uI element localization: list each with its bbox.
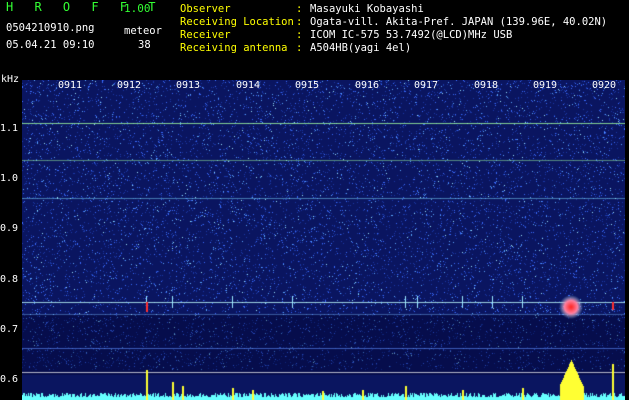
info-row-location: Receiving Location: Ogata-vill. Akita-Pre… [180,16,607,29]
info-row-antenna: Receiving antenna: A504HB(yagi 4el) [180,42,411,55]
freq-tick-label: 0.8 [0,274,19,285]
hroft-spectrogram-window: H R O F F T 1.00 0504210910.png 05.04.21… [0,0,629,400]
meteor-count: 38 [138,39,151,51]
info-value: Masayuki Kobayashi [310,3,424,15]
spectrogram-canvas [22,80,625,400]
time-tick-label: 0912 [117,80,142,91]
time-tick-label: 0919 [533,80,558,91]
time-tick-label: 0917 [414,80,439,91]
app-version: 1.00 [124,2,151,15]
freq-tick-label: 0.9 [0,223,19,234]
info-label: Receiving antenna [180,42,288,54]
info-separator: : [296,3,303,15]
info-value: ICOM IC-575 53.7492(@LCD)MHz USB [310,29,513,41]
time-tick-label: 0913 [176,80,201,91]
info-label: Observer [180,3,231,15]
info-separator: : [296,42,303,54]
info-separator: : [296,16,303,28]
time-tick-label: 0920 [592,80,617,91]
info-label: Receiving Location [180,16,294,28]
file-datetime: 05.04.21 09:10 [6,39,95,51]
time-tick-label: 0915 [295,80,320,91]
freq-tick-label: 0.7 [0,324,19,335]
time-tick-label: 0916 [355,80,380,91]
freq-tick-label: 0.6 [0,374,19,385]
info-value: A504HB(yagi 4el) [310,42,412,54]
time-tick-label: 0911 [58,80,83,91]
freq-tick-label: 1.0 [0,173,19,184]
info-label: Receiver [180,29,231,41]
freq-tick-label: 1.1 [0,123,19,134]
info-separator: : [296,29,303,41]
time-tick-label: 0918 [474,80,499,91]
info-value: Ogata-vill. Akita-Pref. JAPAN (139.96E, … [310,16,608,28]
info-row-receiver: Receiver: ICOM IC-575 53.7492(@LCD)MHz US… [180,29,512,42]
time-tick-label: 0914 [236,80,261,91]
meteor-label: meteor [124,25,162,37]
file-name: 0504210910.png [6,22,95,34]
freq-unit-label: kHz [1,74,20,85]
info-row-observer: Observer: Masayuki Kobayashi [180,3,424,16]
